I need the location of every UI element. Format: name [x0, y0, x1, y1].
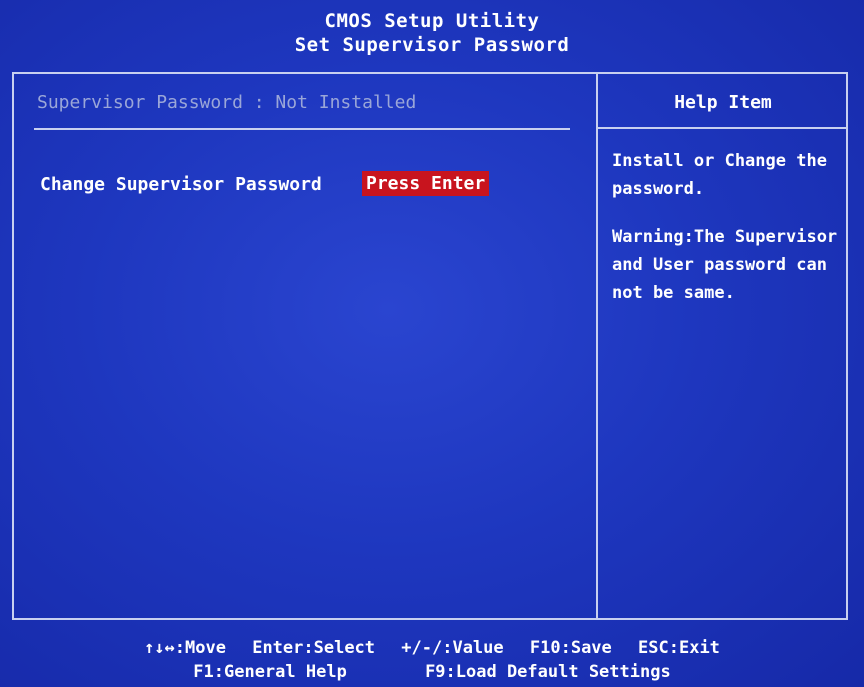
utility-title: CMOS Setup Utility: [324, 10, 540, 32]
status-separator: [34, 128, 570, 130]
change-password-label[interactable]: Change Supervisor Password: [40, 174, 322, 195]
help-text: Install or Change the password. Warning:…: [612, 147, 840, 327]
key-exit: ESC:Exit: [638, 638, 720, 658]
help-title: Help Item: [674, 92, 772, 113]
title-bar: CMOS Setup Utility Set Supervisor Passwo…: [0, 0, 864, 68]
press-enter-option[interactable]: Press Enter: [362, 171, 490, 196]
password-status: Supervisor Password : Not Installed: [37, 92, 417, 113]
key-value: +/-/:Value: [401, 638, 504, 658]
key-move: ↑↓↔:Move: [144, 638, 226, 658]
bios-screen: CMOS Setup Utility Set Supervisor Passwo…: [0, 0, 864, 687]
key-select: Enter:Select: [252, 638, 376, 658]
key-load-default: F9:Load Default Settings: [425, 662, 671, 682]
help-warning-text: Warning:The Supervisor and User password…: [612, 227, 838, 303]
help-separator: [598, 127, 848, 129]
key-save: F10:Save: [529, 638, 612, 658]
key-general-help: F1:General Help: [193, 662, 347, 682]
panel-divider: [596, 72, 598, 620]
help-install-text: Install or Change the password.: [612, 151, 827, 199]
page-subtitle: Set Supervisor Password: [294, 34, 570, 56]
key-legend: ↑↓↔:Move Enter:Select +/-/:Value F10:Sav…: [0, 636, 864, 684]
